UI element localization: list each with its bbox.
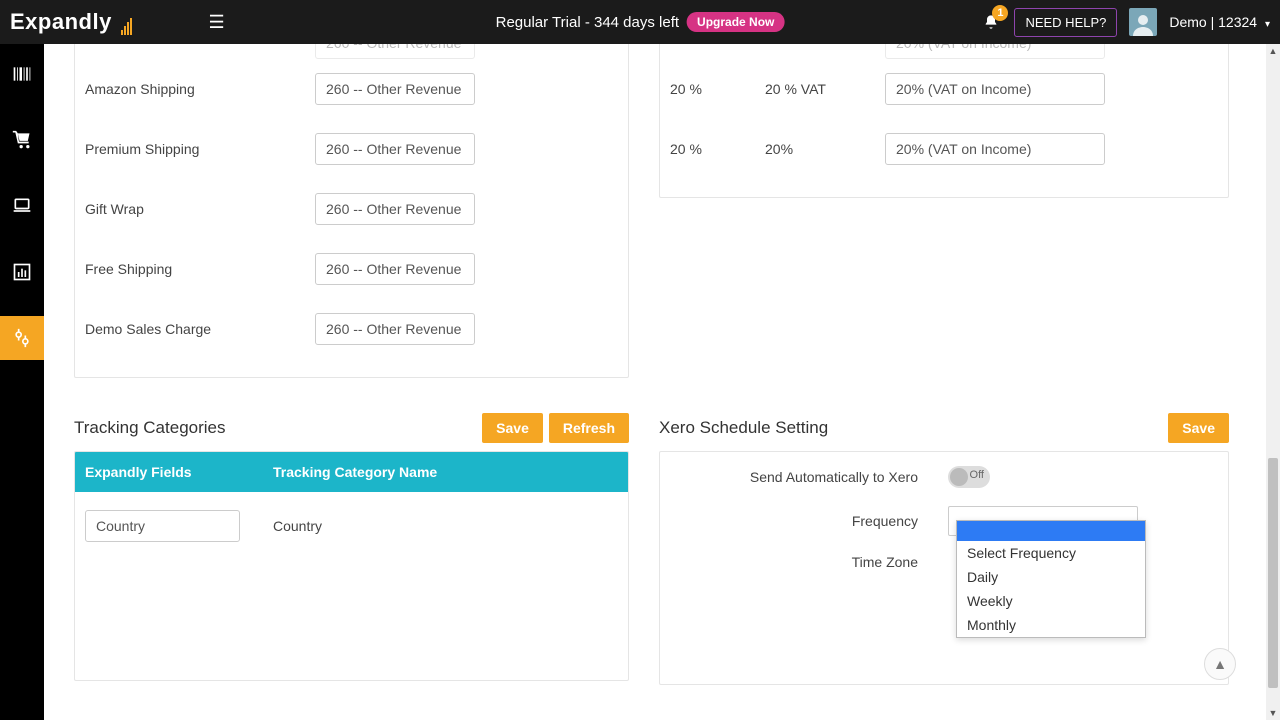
revenue-select[interactable]: 260 -- Other Revenue [315,44,475,59]
trial-text: Regular Trial - 344 days left [496,14,679,31]
logo-bars-icon [120,9,132,35]
vat-name: 20 % VAT [765,81,885,97]
trial-banner: Regular Trial - 344 days left Upgrade No… [496,12,785,32]
timezone-label: Time Zone [678,554,948,570]
vat-select[interactable]: 20% (VAT on Income) [885,73,1105,105]
schedule-section: Xero Schedule Setting Save Send Automati… [659,413,1229,685]
tracking-col2: Tracking Category Name [273,464,618,480]
auto-send-label: Send Automatically to Xero [678,469,948,485]
sidebar-item-laptop[interactable] [0,184,44,228]
sidebar [0,44,44,720]
scroll-thumb[interactable] [1268,458,1278,688]
revenue-select[interactable]: 260 -- Other Revenue [315,253,475,285]
revenue-row: Premium Shipping260 -- Other Revenue [85,119,618,179]
vat-row: 20 %20 % VAT20% (VAT on Income) [670,59,1218,119]
revenue-row: Amazon Shipping260 -- Other Revenue [85,59,618,119]
frequency-option[interactable]: Daily [957,565,1145,589]
vertical-scrollbar[interactable]: ▲ ▼ [1266,44,1280,720]
revenue-select[interactable]: 260 -- Other Revenue [315,313,475,345]
tracking-table: Expandly Fields Tracking Category Name C… [74,451,629,681]
revenue-row-label: Premium Shipping [85,141,315,157]
revenue-select[interactable]: 260 -- Other Revenue [315,73,475,105]
revenue-row-label: Amazon Shipping [85,81,315,97]
vat-rate: 20 % [670,141,765,157]
frequency-option[interactable]: Select Frequency [957,541,1145,565]
vat-select[interactable]: 20% (VAT on Income) [885,44,1105,59]
sidebar-item-barcode[interactable] [0,52,44,96]
scroll-down-arrow-icon[interactable]: ▼ [1266,706,1280,720]
caret-down-icon: ▾ [1265,19,1270,30]
frequency-dropdown[interactable]: Select FrequencyDailyWeeklyMonthly [956,520,1146,638]
tracking-row: Country Country [75,492,628,560]
sidebar-item-reports[interactable] [0,250,44,294]
tracking-field-select[interactable]: Country [85,510,240,542]
need-help-button[interactable]: NEED HELP? [1014,8,1117,37]
revenue-row: Demo Sales Charge260 -- Other Revenue [85,299,618,359]
brand-text: Expandly [10,9,112,34]
user-label-text: Demo | 12324 [1169,14,1257,30]
tracking-title: Tracking Categories [74,418,226,438]
tracking-category-value: Country [273,518,322,534]
tracking-save-button[interactable]: Save [482,413,543,443]
topbar-right: 1 NEED HELP? Demo | 12324 ▾ [980,8,1270,37]
revenue-row: Free Shipping260 -- Other Revenue [85,239,618,299]
toggle-text: Off [970,469,984,481]
schedule-title: Xero Schedule Setting [659,418,828,438]
revenue-mapping-panel: 260 -- Other Revenue Amazon Shipping260 … [74,44,629,378]
tracking-header: Expandly Fields Tracking Category Name [75,452,628,492]
user-menu[interactable]: Demo | 12324 ▾ [1169,14,1270,30]
vat-row: 20 %20%20% (VAT on Income) [670,119,1218,179]
frequency-option[interactable]: Weekly [957,589,1145,613]
vat-rate: 20 % [670,81,765,97]
vat-mapping-panel: 20% (VAT on Income) 20 %20 % VAT20% (VAT… [659,44,1229,198]
tracking-col1: Expandly Fields [85,464,273,480]
content-area: 260 -- Other Revenue Amazon Shipping260 … [44,44,1266,720]
hamburger-icon[interactable]: ☰ [208,12,224,33]
revenue-select[interactable]: 260 -- Other Revenue [315,133,475,165]
sidebar-item-settings[interactable] [0,316,44,360]
scroll-up-arrow-icon[interactable]: ▲ [1266,44,1280,58]
revenue-row: Gift Wrap260 -- Other Revenue [85,179,618,239]
revenue-row-label: Demo Sales Charge [85,321,315,337]
tracking-refresh-button[interactable]: Refresh [549,413,629,443]
revenue-row-label: Free Shipping [85,261,315,277]
auto-send-toggle[interactable]: Off [948,466,990,488]
upgrade-button[interactable]: Upgrade Now [687,12,784,32]
schedule-save-button[interactable]: Save [1168,413,1229,443]
revenue-select[interactable]: 260 -- Other Revenue [315,193,475,225]
notification-bell-icon[interactable]: 1 [980,11,1002,33]
frequency-label: Frequency [678,513,948,529]
notification-badge: 1 [992,5,1008,21]
revenue-row-label: Gift Wrap [85,201,315,217]
sidebar-item-cart[interactable] [0,118,44,162]
topbar: Expandly ☰ Regular Trial - 344 days left… [0,0,1280,44]
scroll-track[interactable] [1266,58,1280,706]
brand-logo: Expandly [10,9,138,35]
scroll-to-top-button[interactable]: ▲ [1204,648,1236,680]
avatar[interactable] [1129,8,1157,36]
vat-name: 20% [765,141,885,157]
frequency-option[interactable]: Monthly [957,613,1145,637]
toggle-knob [950,468,968,486]
schedule-panel: Send Automatically to Xero Off Frequency… [659,451,1229,685]
frequency-option[interactable] [957,521,1145,541]
tracking-section: Tracking Categories Save Refresh Expandl… [74,413,629,681]
vat-select[interactable]: 20% (VAT on Income) [885,133,1105,165]
